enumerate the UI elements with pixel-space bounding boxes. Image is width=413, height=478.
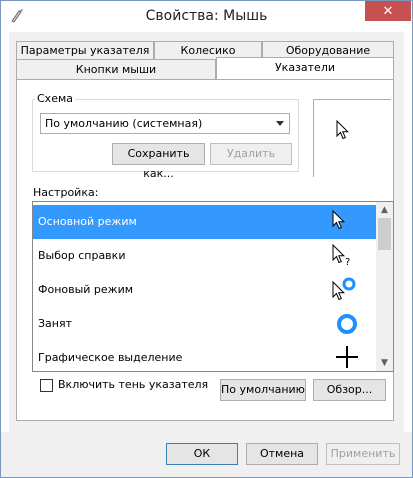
busy-cursor-icon [337,314,357,334]
svg-text:?: ? [345,257,350,266]
cursor-list[interactable]: Основной режим Выбор справки ? Фоновый р… [32,201,394,372]
button-label: Сохранить как... [127,147,190,180]
scheme-group-label: Схема [35,92,75,105]
list-item-label: Фоновый режим [38,283,134,296]
working-in-background-cursor-icon [332,277,356,301]
list-scrollbar[interactable]: ▲ ▼ [376,202,393,371]
scroll-up-icon[interactable]: ▲ [376,202,393,218]
precision-select-cursor-icon [336,346,358,368]
tab-label: Оборудование [285,44,371,57]
delete-scheme-button[interactable]: Удалить [210,143,292,165]
button-label: Отмена [259,447,305,460]
tab-label: Колесико [180,44,236,57]
preview-arrow-cursor-icon [336,120,350,140]
scrollbar-thumb[interactable] [378,218,391,250]
list-item-label: Основной режим [38,215,137,228]
scheme-select-value: По умолчанию (системная) [45,117,203,130]
list-item[interactable]: Основной режим [33,205,377,239]
apply-button[interactable]: Применить [326,443,400,465]
button-label: По умолчанию [221,383,305,396]
help-cursor-icon: ? [332,244,350,266]
title-bar: Свойства: Мышь ✕ [1,1,412,32]
list-item[interactable]: Графическое выделение [33,341,377,371]
scheme-select[interactable]: По умолчанию (системная) [40,113,290,134]
tab-buttons[interactable]: Кнопки мыши [16,59,216,79]
list-item[interactable]: Занят [33,307,377,341]
list-item-label: Занят [38,317,73,330]
scroll-down-icon[interactable]: ▼ [376,355,393,371]
dialog-client-area: Параметры указателя Колесико Оборудовани… [9,32,404,432]
list-item[interactable]: Выбор справки ? [33,239,377,273]
pointers-tab-panel: Схема По умолчанию (системная) Сохранить… [16,79,394,421]
ok-button[interactable]: ОК [166,443,238,465]
button-label: Применить [330,447,396,460]
button-label: Удалить [226,147,276,160]
list-item-label: Графическое выделение [38,351,183,364]
close-icon: ✕ [382,3,394,19]
chevron-down-icon [276,121,284,126]
customize-label: Настройка: [33,186,99,199]
tab-label: Кнопки мыши [75,63,157,76]
tab-label: Параметры указателя [20,44,150,57]
mouse-properties-window: Свойства: Мышь ✕ Параметры указателя Кол… [0,0,413,478]
pointer-preview-box [313,99,391,177]
pointer-shadow-checkbox[interactable] [40,379,53,392]
dialog-footer: ОК Отмена Применить [1,432,412,477]
tab-label: Указатели [274,61,336,74]
save-scheme-button[interactable]: Сохранить как... [112,143,205,180]
use-default-button[interactable]: По умолчанию [220,379,306,401]
tab-pointer-options[interactable]: Параметры указателя [16,41,154,59]
button-label: ОК [193,447,211,460]
window-title: Свойства: Мышь [145,8,268,24]
button-label: Обзор... [326,383,373,396]
pointer-shadow-label: Включить тень указателя [58,378,209,391]
list-item-label: Выбор справки [38,249,126,262]
arrow-cursor-icon [332,210,346,230]
tab-pointers[interactable]: Указатели [216,57,394,79]
close-button[interactable]: ✕ [365,1,411,21]
browse-button[interactable]: Обзор... [313,379,386,401]
cancel-button[interactable]: Отмена [246,443,318,465]
list-item[interactable]: Фоновый режим [33,273,377,307]
